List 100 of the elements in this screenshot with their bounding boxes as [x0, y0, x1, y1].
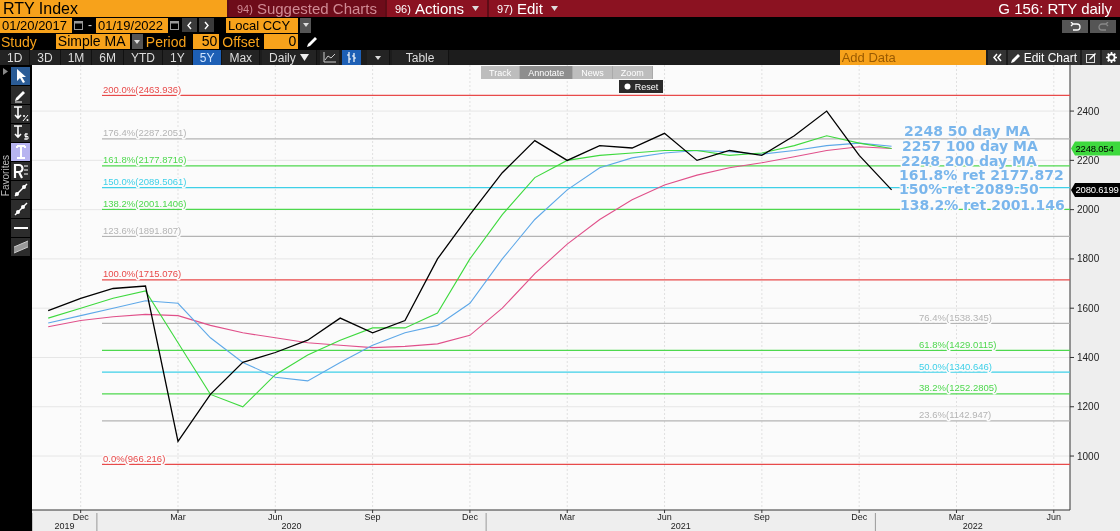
period-tab[interactable]: 1M [60, 50, 93, 65]
offset-field[interactable]: 0 [264, 34, 299, 49]
retracement-label: 161.8%(2177.8716) [103, 154, 187, 166]
period-tab[interactable]: 6M [92, 50, 125, 65]
page-title: G 156: RTY daily [998, 0, 1113, 17]
more-dropdown[interactable] [366, 50, 390, 65]
start-date-field[interactable]: 01/20/2017 [0, 17, 72, 33]
next-button[interactable] [199, 18, 214, 32]
menu-button[interactable]: 97) Edit [487, 0, 566, 17]
y-axis-label: 2400 [1077, 105, 1100, 117]
drawing-tool-button[interactable] [11, 162, 30, 180]
bar-chart-button[interactable] [341, 50, 361, 65]
settings-icon [1105, 52, 1117, 63]
caret-icon [472, 6, 480, 11]
caret-icon [134, 39, 141, 44]
x-axis-label: Mar [170, 512, 186, 522]
date-separator: - [87, 18, 93, 32]
dropdown-button[interactable] [131, 34, 143, 49]
pencil-icon [1010, 52, 1021, 63]
y-axis-label: 1200 [1077, 401, 1100, 413]
drawing-tool-button[interactable] [11, 200, 30, 218]
retracement-label: 76.4%(1538.345) [919, 311, 992, 323]
table-button[interactable]: Table [391, 50, 450, 65]
currency-field[interactable]: Local CCY [226, 17, 298, 33]
year-label: 2019 [54, 521, 75, 531]
r-lines-icon [12, 163, 29, 179]
x-axis-label: Mar [559, 512, 575, 522]
x-axis-label: Dec [72, 512, 89, 522]
period-tab[interactable]: 1D [0, 50, 31, 65]
reset-button[interactable]: Reset [619, 80, 663, 93]
period-tab[interactable]: 5Y [192, 50, 223, 65]
settings-button[interactable] [1102, 50, 1120, 65]
drawing-tool-button[interactable] [11, 219, 30, 237]
retracement-label: 0.0%(966.216) [103, 452, 166, 464]
pencil-icon[interactable] [306, 35, 319, 48]
security-title[interactable]: RTY Index [0, 0, 227, 17]
dotted-line-icon [12, 182, 29, 198]
drawing-tool-button[interactable] [11, 238, 30, 256]
y-axis-label: 1800 [1077, 253, 1100, 265]
study-field[interactable]: Simple MA [55, 34, 130, 49]
x-axis-label: Jun [657, 512, 672, 522]
period-label: Period [144, 33, 188, 50]
retracement-label: 50.0%(1340.646) [919, 360, 992, 372]
caret-icon [374, 55, 381, 60]
year-label: 2021 [670, 521, 691, 531]
chevron-right-icon [203, 20, 210, 30]
x-axis-label: Jun [268, 512, 283, 522]
drawing-tool-button[interactable] [11, 67, 30, 85]
x-axis-label: Dec [851, 512, 868, 522]
collapse-button[interactable] [987, 50, 1006, 65]
x-axis-label: Dec [461, 512, 478, 522]
annotation-text: 161.8% ret 2177.872 [899, 167, 1064, 183]
expand-arrow-icon[interactable] [3, 68, 8, 75]
retracement-label: 200.0%(2463.936) [103, 83, 182, 95]
period-tab[interactable]: YTD [124, 50, 164, 65]
drawing-tool-button[interactable] [11, 181, 30, 199]
annotation-text: 2257 100 day MA [902, 138, 1038, 154]
ohlc-bars-icon [345, 52, 357, 63]
t-percent-icon [12, 106, 29, 122]
year-label: 2020 [281, 521, 302, 531]
retracement-label: 23.6%(1142.947) [919, 409, 992, 421]
x-axis-label: Jun [1046, 512, 1062, 522]
double-chevron-left-icon [991, 53, 1002, 62]
add-data-field[interactable]: Add Data [839, 50, 986, 65]
y-axis-label: 2200 [1077, 154, 1100, 166]
dotted-ray-icon [12, 201, 29, 217]
period-tab[interactable]: 3D [30, 50, 61, 65]
retracement-label: 138.2%(2001.1406) [103, 197, 187, 209]
y-axis-label: 1000 [1077, 450, 1100, 462]
calendar-icon[interactable] [170, 20, 179, 30]
offset-label: Offset [221, 33, 261, 50]
favorites-label[interactable]: Favorites [0, 155, 11, 197]
end-date-field[interactable]: 01/19/2022 [96, 17, 168, 33]
drawing-tool-button[interactable] [11, 124, 30, 142]
t-dollar-icon [12, 125, 29, 141]
caret-icon [550, 6, 558, 11]
annotation-text: 2248 200 day MA [901, 153, 1037, 169]
dropdown-button[interactable] [300, 17, 311, 33]
dot-icon [623, 83, 631, 90]
period-tab[interactable]: Max [222, 50, 261, 65]
undo-button[interactable] [1062, 20, 1088, 33]
caret-icon [299, 54, 309, 61]
caret-icon [302, 23, 309, 27]
period-field[interactable]: 50 [193, 34, 220, 49]
y-axis-label: 2000 [1077, 204, 1100, 216]
edit-square-icon [1085, 52, 1097, 63]
line-chart-button[interactable] [319, 50, 339, 65]
retracement-label: 38.2%(1252.2805) [919, 382, 998, 394]
x-axis-label: Sep [364, 512, 381, 522]
edit-button[interactable] [1082, 50, 1100, 65]
drawing-tool-button[interactable] [11, 86, 30, 104]
period-tab[interactable]: 1Y [163, 50, 193, 65]
menu-button[interactable]: 96) Actions [385, 0, 488, 17]
previous-button[interactable] [182, 18, 197, 32]
y-axis-label: 1400 [1077, 352, 1100, 363]
edit-chart-button[interactable]: Edit Chart [1007, 50, 1080, 65]
calendar-icon[interactable] [74, 20, 83, 30]
drawing-tool-button[interactable] [11, 105, 30, 123]
frequency-dropdown[interactable]: Daily [262, 50, 317, 65]
retracement-label: 61.8%(1429.0115) [919, 338, 997, 350]
